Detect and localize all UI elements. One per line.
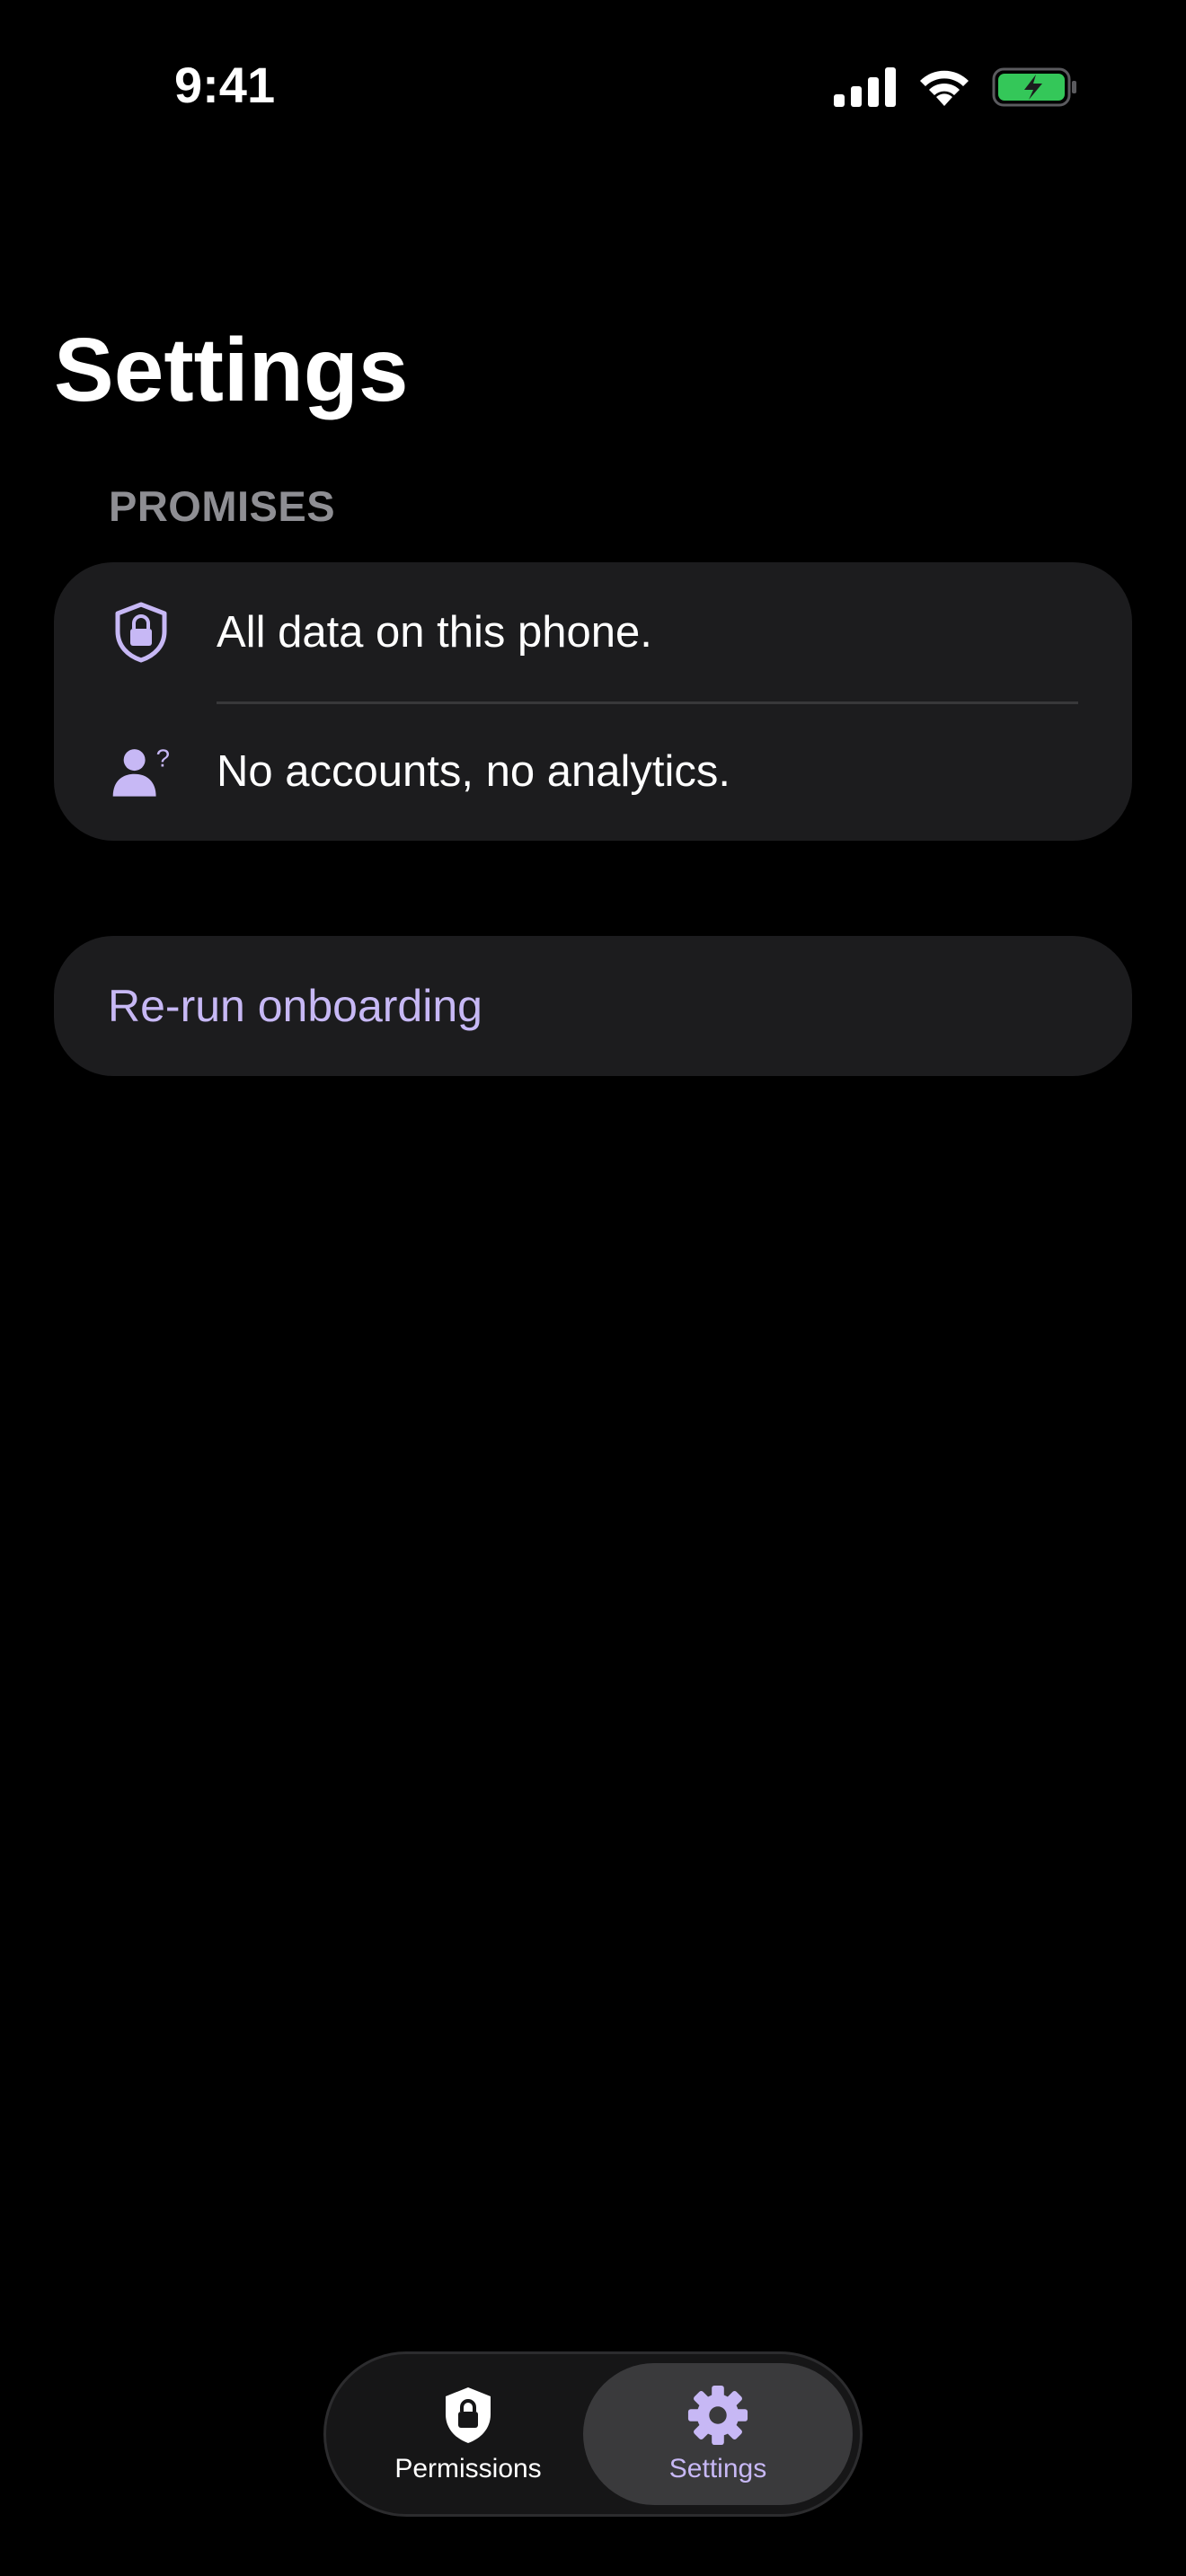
tab-label: Permissions xyxy=(394,2454,542,2483)
promise-label: No accounts, no analytics. xyxy=(217,746,730,796)
svg-text:?: ? xyxy=(156,744,170,772)
gear-icon xyxy=(686,2384,749,2447)
tab-settings[interactable]: Settings xyxy=(583,2363,853,2505)
status-time: 9:41 xyxy=(174,57,276,113)
rerun-onboarding-label: Re-run onboarding xyxy=(108,981,482,1031)
shield-lock-icon xyxy=(110,601,173,664)
person-question-icon: ? xyxy=(110,740,173,803)
cellular-signal-icon xyxy=(834,67,897,107)
promise-row-data-on-phone: All data on this phone. xyxy=(54,562,1132,701)
promise-label: All data on this phone. xyxy=(217,607,652,657)
section-header-promises: PROMISES xyxy=(109,482,336,530)
tab-label: Settings xyxy=(668,2454,767,2483)
tab-permissions[interactable]: Permissions xyxy=(333,2363,603,2505)
wifi-icon xyxy=(916,66,972,108)
promise-row-no-accounts: ? No accounts, no analytics. xyxy=(54,701,1132,841)
status-bar: 9:41 xyxy=(0,0,1186,171)
battery-charging-icon xyxy=(992,66,1078,109)
page-title: Settings xyxy=(54,320,409,420)
promises-card: All data on this phone. ? No accounts, n… xyxy=(54,562,1132,841)
tab-bar: Permissions Settings xyxy=(323,2351,863,2517)
rerun-onboarding-button[interactable]: Re-run onboarding xyxy=(54,936,1132,1076)
shield-lock-icon xyxy=(437,2384,500,2447)
status-icons xyxy=(834,63,1078,111)
